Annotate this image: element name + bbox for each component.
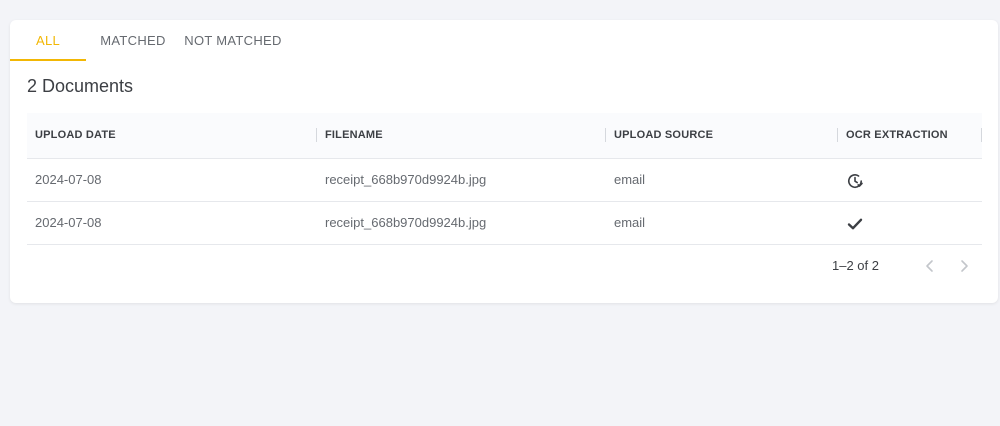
table-pagination: 1–2 of 2 [27, 244, 982, 288]
chevron-right-icon[interactable] [954, 256, 974, 276]
chevron-left-icon[interactable] [920, 256, 940, 276]
column-separator[interactable] [605, 128, 606, 142]
column-separator[interactable] [316, 128, 317, 142]
filter-tabs: ALL MATCHED NOT MATCHED [10, 20, 288, 61]
documents-card: ALL MATCHED NOT MATCHED 2 Documents UPLO… [10, 20, 998, 303]
tab-matched[interactable]: MATCHED [88, 20, 178, 61]
tab-all[interactable]: ALL [10, 20, 86, 61]
header-filename[interactable]: FILENAME [325, 113, 383, 158]
checkmark-icon [846, 215, 864, 233]
cell-upload-source: email [614, 172, 646, 187]
column-separator[interactable] [837, 128, 838, 142]
table-row[interactable]: 2024-07-08 receipt_668b970d9924b.jpg ema… [27, 202, 982, 245]
documents-table: UPLOAD DATE FILENAME UPLOAD SOURCE OCR E… [27, 113, 982, 245]
tab-not-matched[interactable]: NOT MATCHED [178, 20, 288, 61]
clock-check-icon [846, 172, 864, 190]
table-row[interactable]: 2024-07-08 receipt_668b970d9924b.jpg ema… [27, 159, 982, 202]
cell-upload-source: email [614, 215, 646, 230]
cell-filename: receipt_668b970d9924b.jpg [325, 172, 487, 187]
pagination-range: 1–2 of 2 [832, 258, 879, 273]
cell-upload-date: 2024-07-08 [35, 172, 102, 187]
table-header: UPLOAD DATE FILENAME UPLOAD SOURCE OCR E… [27, 113, 982, 159]
documents-count-title: 2 Documents [27, 76, 134, 96]
header-ocr-extraction[interactable]: OCR EXTRACTION [846, 113, 948, 158]
header-upload-date[interactable]: UPLOAD DATE [35, 113, 116, 158]
cell-filename: receipt_668b970d9924b.jpg [325, 215, 487, 230]
column-separator[interactable] [981, 128, 982, 142]
cell-upload-date: 2024-07-08 [35, 215, 102, 230]
header-upload-source[interactable]: UPLOAD SOURCE [614, 113, 713, 158]
